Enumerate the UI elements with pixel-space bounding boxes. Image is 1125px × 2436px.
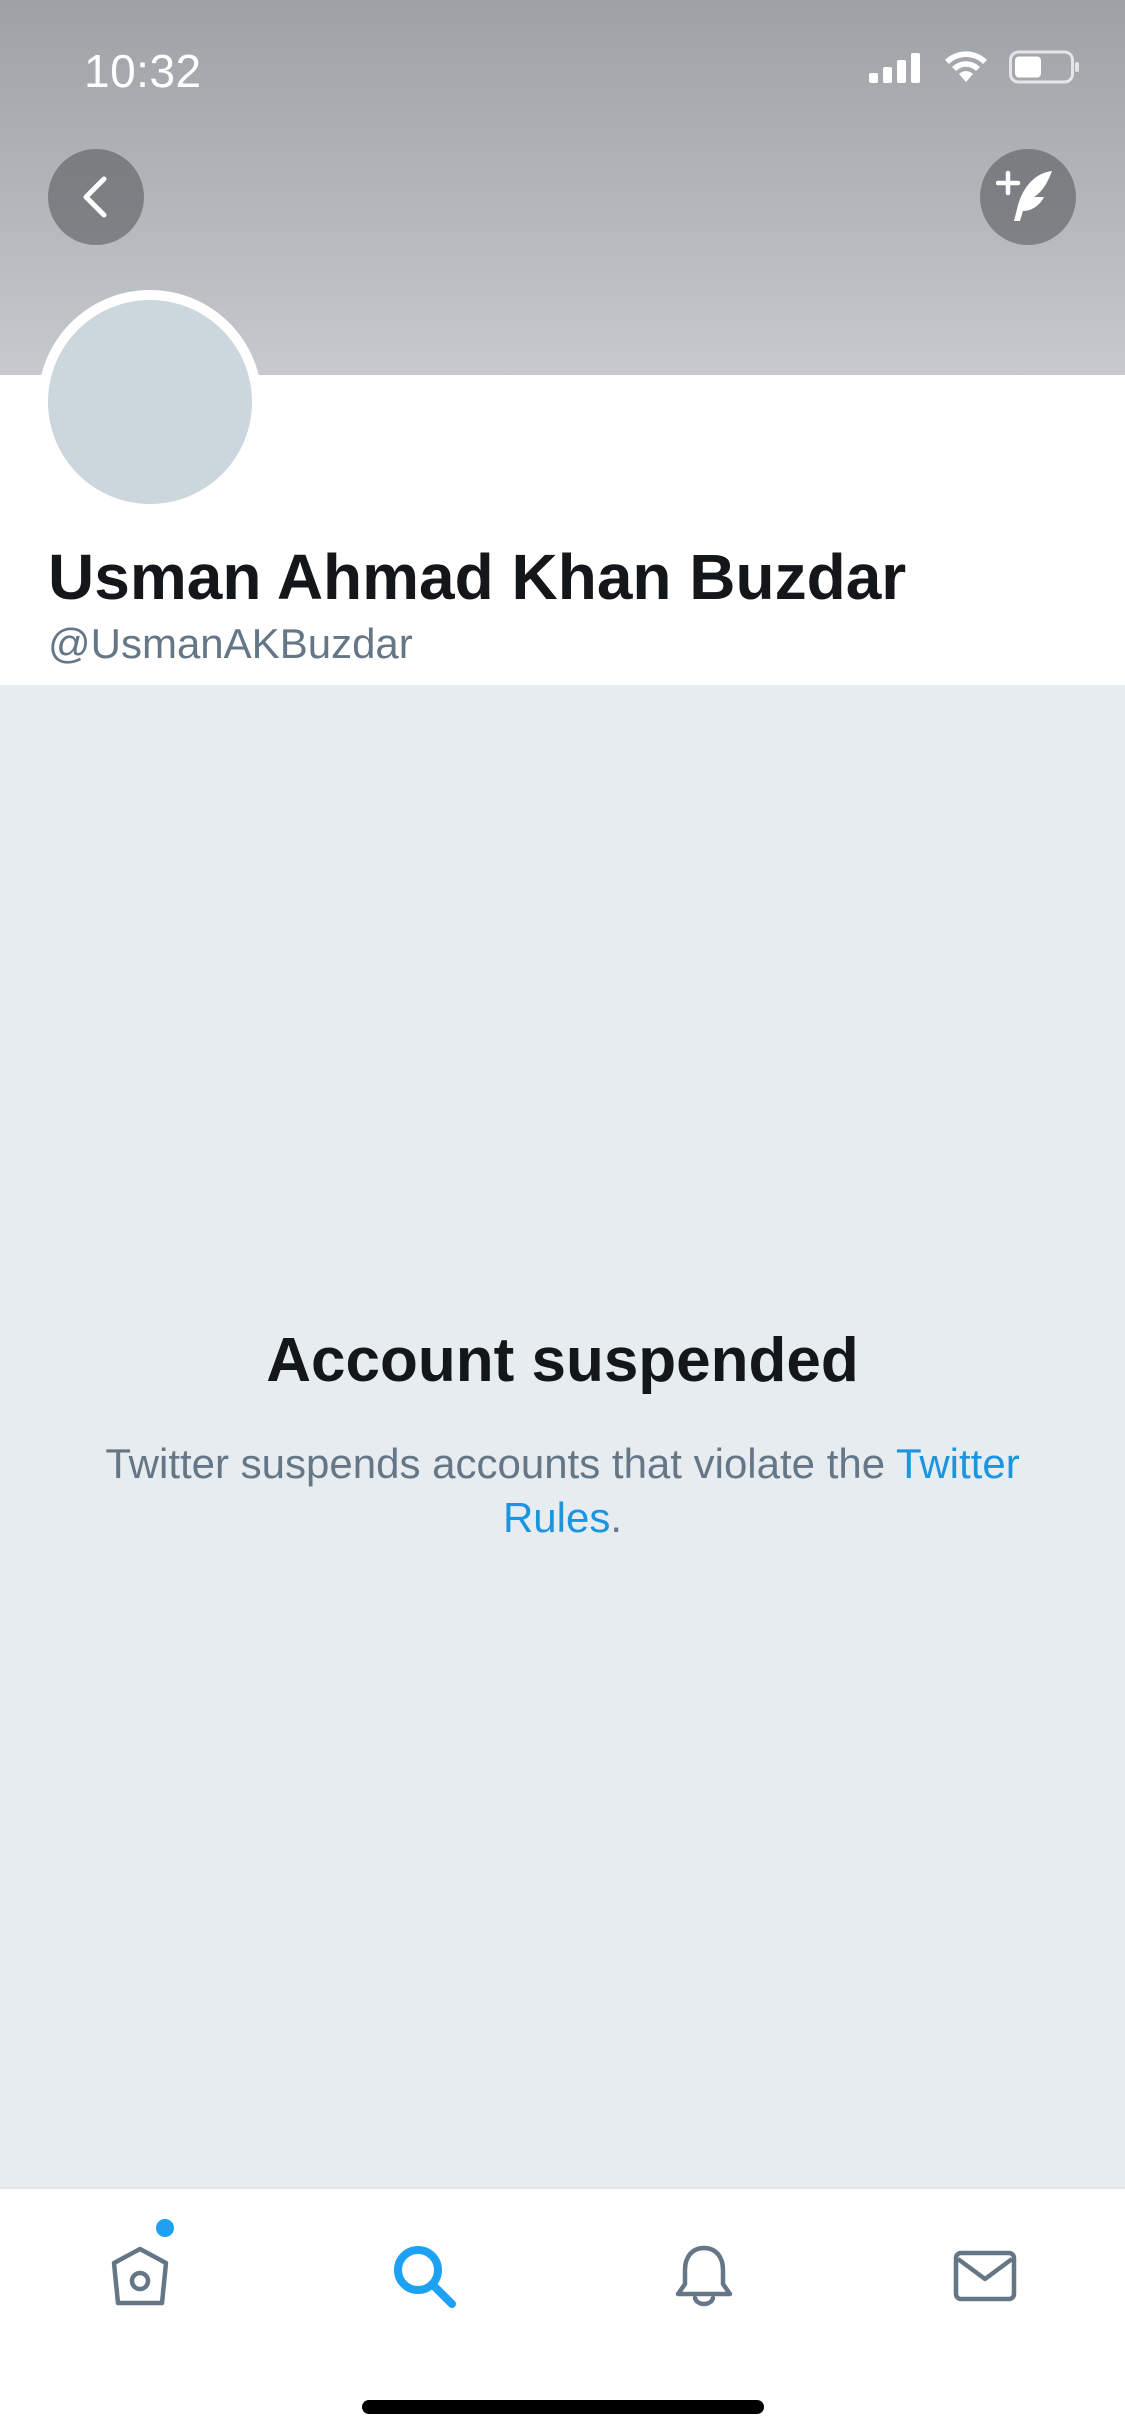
suspended-title: Account suspended [266, 1326, 859, 1395]
status-time: 10:32 [84, 45, 202, 97]
status-icons [869, 50, 1081, 84]
suspended-message-text: Twitter suspends accounts that violate t… [105, 1440, 896, 1487]
bottom-tab-bar [0, 2187, 1125, 2436]
bell-icon [675, 2245, 733, 2307]
mail-icon [953, 2250, 1017, 2302]
suspended-content-area: Account suspended Twitter suspends accou… [0, 685, 1125, 2187]
wifi-icon [945, 51, 987, 82]
suspended-message: Twitter suspends accounts that violate t… [80, 1437, 1045, 1545]
home-indicator [362, 2400, 764, 2414]
search-icon [394, 2246, 456, 2308]
back-button[interactable] [48, 149, 144, 245]
profile-handle: @UsmanAKBuzdar [48, 620, 413, 667]
cellular-signal-icon [869, 53, 920, 83]
tab-home[interactable] [90, 2231, 190, 2321]
tab-search[interactable] [374, 2231, 474, 2321]
home-icon [111, 2246, 169, 2306]
tab-notifications[interactable] [654, 2231, 754, 2321]
battery-icon [1009, 50, 1079, 84]
compose-tweet-button[interactable] [980, 149, 1076, 245]
profile-display-name: Usman Ahmad Khan Buzdar [48, 541, 907, 613]
home-notification-dot [156, 2219, 174, 2237]
tab-messages[interactable] [935, 2231, 1035, 2321]
avatar[interactable] [48, 300, 252, 504]
suspended-message-period: . [610, 1494, 623, 1541]
chevron-left-icon [83, 176, 107, 218]
compose-tweet-icon [996, 170, 1052, 221]
status-bar: 10:32 [0, 0, 1125, 132]
